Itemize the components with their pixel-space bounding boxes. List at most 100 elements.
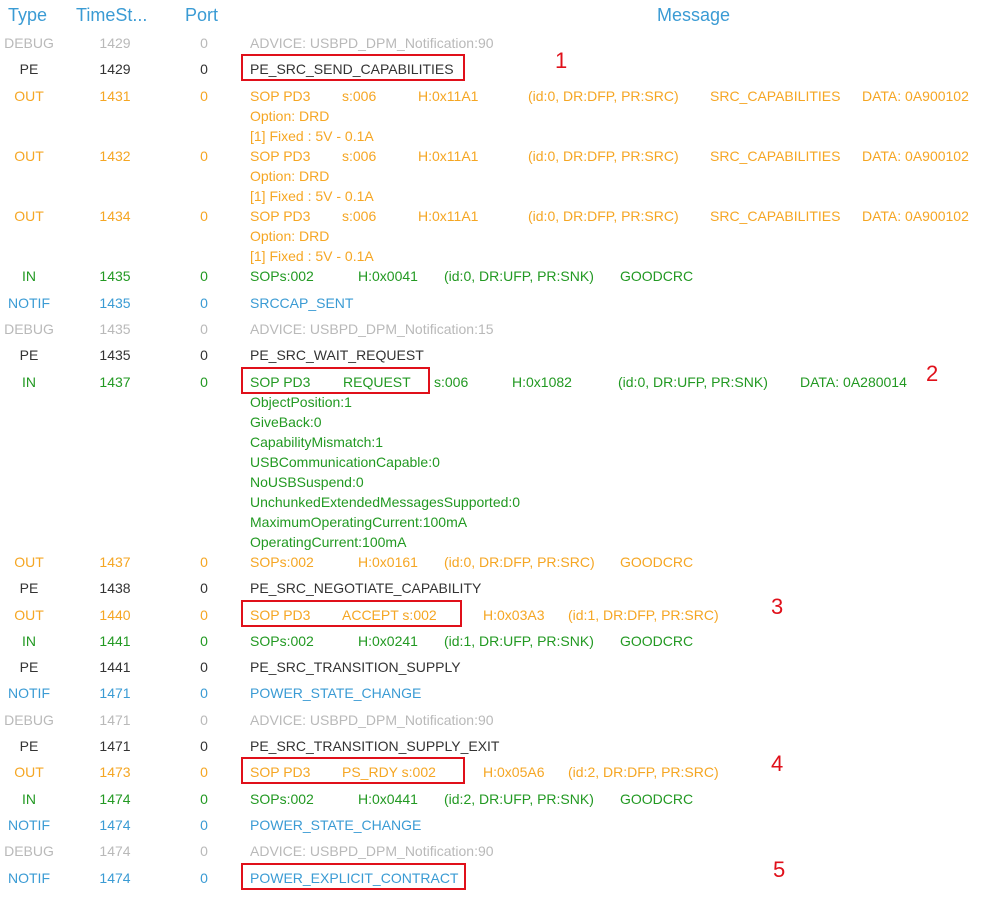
detail-line: GiveBack:0: [250, 413, 322, 430]
timestamp-cell: 1441: [99, 659, 131, 676]
type-cell: PE: [19, 738, 39, 755]
log-row[interactable]: DEBUG 1429 0 ADVICE: USBPD_DPM_Notification…: [0, 30, 999, 56]
log-row[interactable]: OUT 1432 0 SOP PD3 s:006 H:0x11A1 (id:0, DR:DF…: [0, 143, 999, 204]
message-segment: H:0x0041: [358, 268, 418, 285]
log-row[interactable]: NOTIF 1474 0 POWER_STATE_CHANGE: [0, 812, 999, 838]
callout-number: 4: [771, 751, 784, 777]
type-cell: IN: [22, 632, 36, 649]
detail-line: Option: DRD: [250, 228, 330, 245]
detail-line: CapabilityMismatch:1: [250, 433, 384, 450]
log-row[interactable]: IN 1474 0 SOPs:002 H:0x0441 (id:2, DR:UFP, PR…: [0, 786, 999, 812]
log-row[interactable]: PE 1438 0 PE_SRC_NEGOTIATE_CAPABILITY: [0, 575, 999, 601]
log-row[interactable]: NOTIF 1471 0 POWER_STATE_CHANGE: [0, 680, 999, 706]
column-header-message[interactable]: Message: [657, 5, 730, 26]
timestamp-cell: 1471: [99, 738, 131, 755]
message-segment: H:0x11A1: [418, 208, 479, 225]
log-row[interactable]: IN 1435 0 SOPs:002 H:0x0041 (id:0, DR:UFP, PR…: [0, 263, 999, 289]
message-segment: (id:0, DR:DFP, PR:SRC): [528, 208, 679, 225]
message-segment: ADVICE: USBPD_DPM_Notification:90: [250, 711, 494, 728]
highlight-box: [241, 54, 465, 82]
timestamp-cell: 1429: [99, 61, 131, 78]
detail-line: Option: DRD: [250, 168, 330, 185]
message-segment: s:006: [342, 147, 377, 164]
message-segment: ADVICE: USBPD_DPM_Notification:15: [250, 321, 494, 338]
message-segment: s:006: [434, 373, 469, 390]
log-row[interactable]: DEBUG 1435 0 ADVICE: USBPD_DPM_Notification…: [0, 316, 999, 342]
log-row[interactable]: OUT 1437 0 SOPs:002 H:0x0161 (id:0, DR:DFP, P…: [0, 549, 999, 575]
message-segment: (id:1, DR:DFP, PR:SRC): [568, 606, 719, 623]
port-cell: 0: [200, 35, 208, 51]
column-header-type[interactable]: Type: [8, 5, 47, 26]
log-row[interactable]: PE 1441 0 PE_SRC_TRANSITION_SUPPLY: [0, 654, 999, 680]
log-row[interactable]: PE 1471 0 PE_SRC_TRANSITION_SUPPLY_EXIT: [0, 733, 999, 759]
message-details: ObjectPosition:1 GiveBack:0 CapabilityMism…: [250, 392, 520, 552]
message-segment: H:0x03A3: [483, 606, 545, 623]
type-cell: OUT: [14, 606, 44, 623]
port-cell: 0: [200, 580, 208, 597]
type-cell: NOTIF: [8, 685, 50, 702]
message-segment: (id:0, DR:DFP, PR:SRC): [528, 87, 679, 104]
message-segment: (id:1, DR:UFP, PR:SNK): [444, 632, 594, 649]
type-cell: PE: [19, 347, 39, 364]
message-segment: (id:2, DR:UFP, PR:SNK): [444, 790, 594, 807]
message-segment: SOP PD3: [250, 147, 311, 164]
timestamp-cell: 1474: [99, 869, 131, 886]
log-row[interactable]: PE 1435 0 PE_SRC_WAIT_REQUEST: [0, 342, 999, 368]
log-row[interactable]: DEBUG 1474 0 ADVICE: USBPD_DPM_Notification…: [0, 838, 999, 864]
log-row[interactable]: OUT 1473 0 SOP PD3 PS_RDY s:002 H:0x05A6 (id:2…: [0, 753, 999, 785]
column-header-port[interactable]: Port: [185, 5, 218, 26]
log-row[interactable]: PE 1429 0 PE_SRC_SEND_CAPABILITIES 1: [0, 50, 999, 82]
message-segment: H:0x0161: [358, 553, 418, 570]
message-segment: H:0x11A1: [418, 87, 479, 104]
message-segment: GOODCRC: [620, 790, 694, 807]
message-segment: (id:0, DR:UFP, PR:SNK): [618, 373, 768, 390]
message-segment: SOP PD3: [250, 208, 311, 225]
message-segment: PE_SRC_TRANSITION_SUPPLY_EXIT: [250, 738, 500, 755]
callout-number: 5: [773, 856, 786, 882]
port-cell: 0: [200, 208, 208, 225]
column-header-timestamp[interactable]: TimeSt...: [76, 5, 147, 26]
port-cell: 0: [200, 659, 208, 676]
type-cell: OUT: [14, 147, 44, 164]
detail-line: USBCommunicationCapable:0: [250, 453, 440, 470]
log-row[interactable]: DEBUG 1471 0 ADVICE: USBPD_DPM_Notification…: [0, 707, 999, 733]
message-segment: SOP PD3: [250, 87, 311, 104]
type-cell: NOTIF: [8, 294, 50, 311]
type-cell: NOTIF: [8, 816, 50, 833]
log-row[interactable]: NOTIF 1474 0 POWER_EXPLICIT_CONTRACT 5: [0, 858, 999, 891]
message-segment: s:006: [342, 87, 377, 104]
port-cell: 0: [200, 816, 208, 833]
timestamp-cell: 1471: [99, 685, 131, 702]
detail-line: Option: DRD: [250, 107, 330, 124]
message-segment: POWER_STATE_CHANGE: [250, 685, 422, 702]
timestamp-cell: 1437: [99, 373, 131, 390]
timestamp-cell: 1435: [99, 347, 131, 364]
message-details: Option: DRD [1] Fixed : 5V - 0.1A: [250, 106, 374, 146]
log-row[interactable]: NOTIF 1435 0 SRCCAP_SENT: [0, 290, 999, 316]
type-cell: OUT: [14, 553, 44, 570]
message-segment: H:0x11A1: [418, 147, 479, 164]
message-segment: GOODCRC: [620, 553, 694, 570]
timestamp-cell: 1474: [99, 790, 131, 807]
timestamp-cell: 1471: [99, 711, 131, 728]
port-cell: 0: [200, 738, 208, 755]
log-row[interactable]: OUT 1434 0 SOP PD3 s:006 H:0x11A1 (id:0, DR:DF…: [0, 203, 999, 266]
message-segment: DATA: 0A900102: [862, 147, 969, 164]
log-row[interactable]: OUT 1440 0 SOP PD3 ACCEPT s:002 H:0x03A3 (id:1…: [0, 595, 999, 628]
message-details: Option: DRD [1] Fixed : 5V - 0.1A: [250, 226, 374, 266]
port-cell: 0: [200, 373, 208, 390]
message-segment: H:0x0241: [358, 632, 418, 649]
timestamp-cell: 1431: [99, 87, 131, 104]
port-cell: 0: [200, 711, 208, 728]
message-segment: (id:0, DR:DFP, PR:SRC): [528, 147, 679, 164]
type-cell: DEBUG: [4, 711, 54, 728]
type-cell: DEBUG: [4, 321, 54, 338]
log-row[interactable]: OUT 1431 0 SOP PD3 s:006 H:0x11A1 (id:0, DR:DF…: [0, 83, 999, 146]
log-row[interactable]: IN 1441 0 SOPs:002 H:0x0241 (id:1, DR:UFP, PR…: [0, 628, 999, 654]
message-segment: ADVICE: USBPD_DPM_Notification:90: [250, 843, 494, 860]
highlight-box: [241, 757, 465, 785]
message-segment: SOPs:002: [250, 790, 314, 807]
type-cell: DEBUG: [4, 843, 54, 860]
timestamp-cell: 1437: [99, 553, 131, 570]
log-row[interactable]: IN 1437 0 SOP PD3 REQUEST s:006 H:0x1082 (id:0,…: [0, 362, 999, 552]
